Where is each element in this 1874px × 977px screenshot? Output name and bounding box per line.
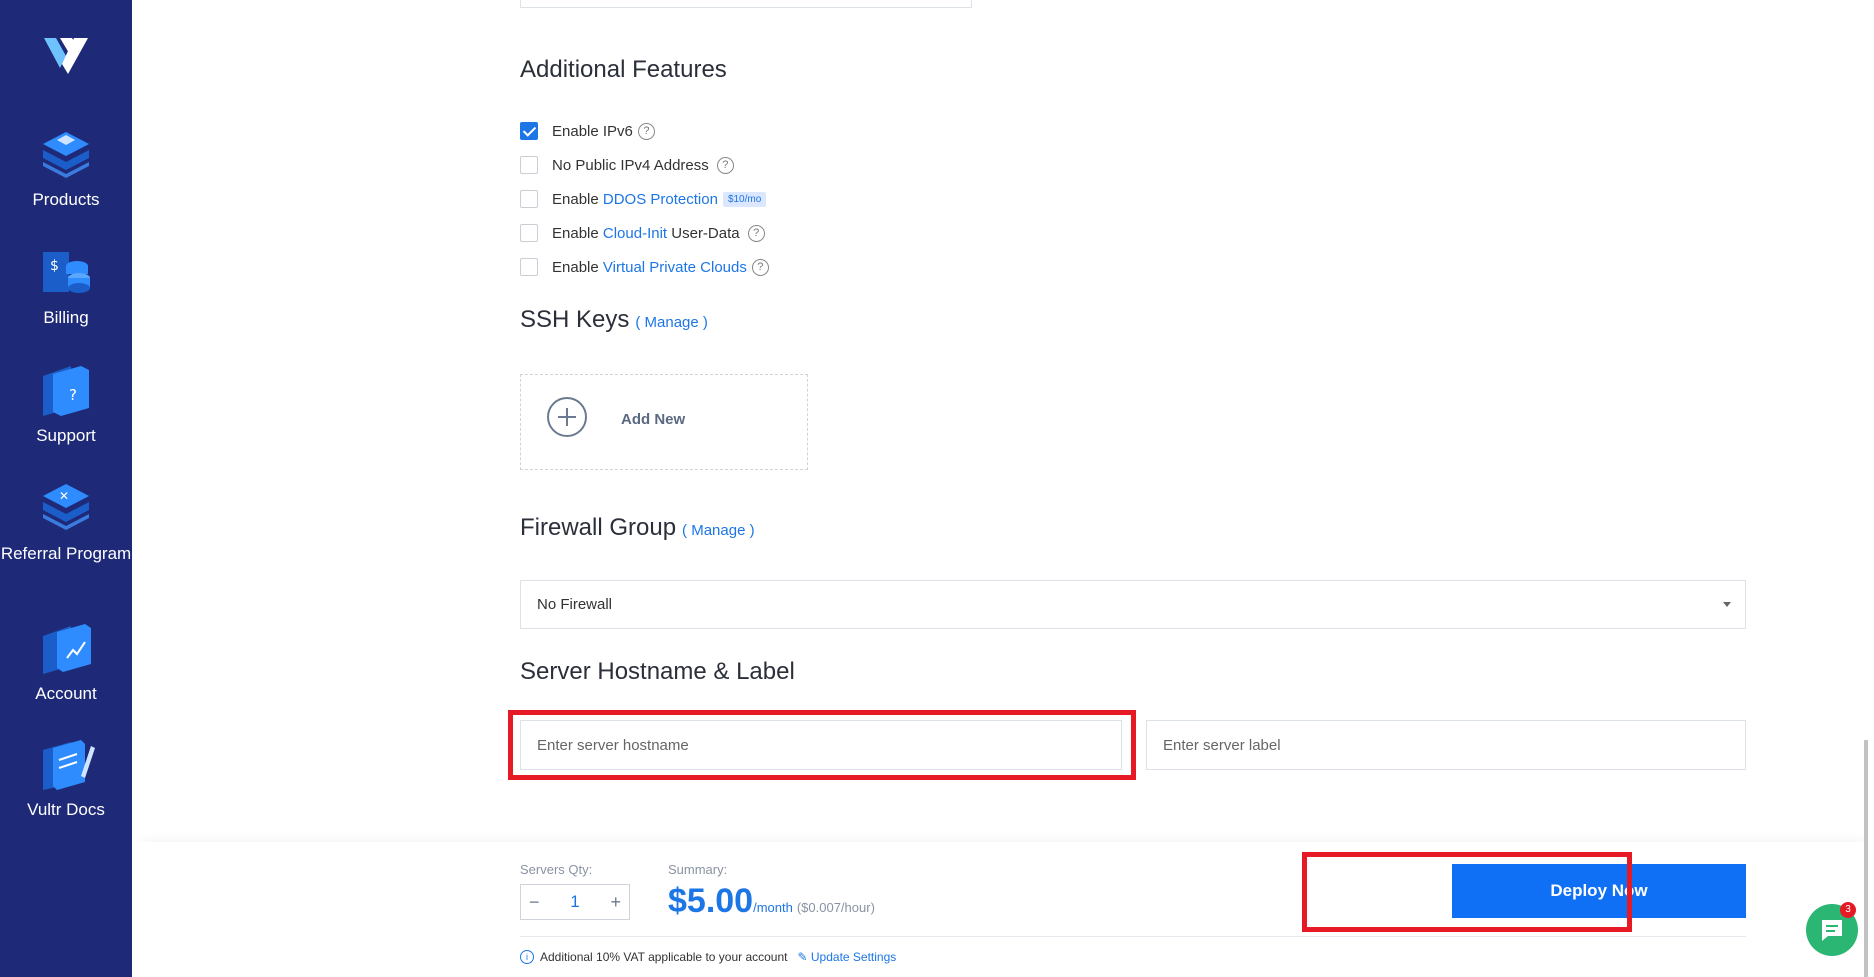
- ssh-manage-link[interactable]: ( Manage ): [635, 314, 708, 331]
- firewall-group-title: Firewall Group ( Manage ): [520, 514, 755, 542]
- feature-prefix: Enable: [552, 190, 599, 208]
- main-content: Additional Features Enable IPv6 ? No Pub…: [132, 0, 1874, 977]
- firewall-manage-link[interactable]: ( Manage ): [682, 522, 755, 539]
- feature-prefix: Enable: [552, 258, 599, 276]
- price-period: /month: [753, 900, 793, 915]
- sidebar-item-label: Referral Program: [0, 544, 132, 563]
- update-settings-label: Update Settings: [810, 950, 897, 964]
- sidebar-item-label: Account: [35, 684, 97, 703]
- vpc-link[interactable]: Virtual Private Clouds: [603, 259, 747, 276]
- feature-cloud-init: Enable Cloud-Init User-Data ?: [520, 222, 765, 244]
- feature-ddos: Enable DDOS Protection $10/mo: [520, 188, 767, 210]
- sidebar-item-label: Products: [32, 190, 100, 209]
- add-icon: [547, 397, 587, 437]
- increase-button[interactable]: +: [610, 892, 621, 913]
- sidebar-item-billing[interactable]: $ Billing: [0, 244, 132, 330]
- feature-vpc: Enable Virtual Private Clouds ?: [520, 256, 769, 278]
- update-settings-link[interactable]: ✎ Update Settings: [798, 950, 897, 964]
- ddos-checkbox[interactable]: [520, 190, 538, 208]
- info-icon: i: [520, 950, 534, 964]
- sidebar-item-label: Support: [36, 426, 96, 445]
- summary-label: Summary:: [668, 862, 728, 877]
- add-new-label: Add New: [621, 411, 686, 428]
- account-icon: [43, 624, 91, 674]
- svg-text:?: ?: [69, 386, 77, 404]
- divider: [520, 936, 1746, 937]
- deploy-now-button[interactable]: Deploy Now: [1452, 864, 1746, 918]
- sidebar-item-docs[interactable]: Vultr Docs: [0, 736, 132, 822]
- notification-badge: 3: [1840, 902, 1856, 918]
- hostname-title: Server Hostname & Label: [520, 658, 795, 685]
- products-icon: [43, 132, 89, 178]
- feature-label: No Public IPv4 Address: [552, 156, 709, 174]
- servers-qty-label: Servers Qty:: [520, 862, 593, 877]
- feature-no-ipv4: No Public IPv4 Address ?: [520, 154, 734, 176]
- firewall-selected-value: No Firewall: [537, 596, 613, 613]
- help-icon[interactable]: ?: [751, 258, 769, 276]
- additional-features-title: Additional Features: [520, 56, 727, 83]
- sidebar-item-referral[interactable]: ✕ Referral Program: [0, 480, 132, 566]
- cloud-init-link[interactable]: Cloud-Init: [603, 225, 667, 242]
- sidebar-item-support[interactable]: ? Support: [0, 362, 132, 448]
- decrease-button[interactable]: −: [529, 892, 540, 913]
- vat-notice: i Additional 10% VAT applicable to your …: [520, 950, 896, 964]
- billing-icon: $: [43, 252, 90, 293]
- sidebar: Products $ Billing ? Support ✕ Referral …: [0, 0, 132, 977]
- price-hourly: ($0.007/hour): [796, 900, 875, 915]
- ddos-protection-link[interactable]: DDOS Protection: [603, 191, 718, 208]
- quantity-value[interactable]: 1: [570, 892, 579, 912]
- price-value: $5.00: [668, 882, 754, 920]
- sidebar-item-label: Vultr Docs: [27, 800, 105, 819]
- chevron-down-icon: [1723, 602, 1731, 607]
- previous-field[interactable]: [520, 0, 972, 8]
- price-summary: $5.00/month ($0.007/hour): [668, 882, 875, 921]
- no-ipv4-checkbox[interactable]: [520, 156, 538, 174]
- quantity-stepper: − 1 +: [520, 884, 630, 920]
- ipv6-checkbox[interactable]: [520, 122, 538, 140]
- firewall-label: Firewall Group: [520, 514, 677, 541]
- feature-prefix: Enable: [552, 224, 599, 242]
- deploy-footer: Servers Qty: − 1 + Summary: $5.00/month(…: [132, 842, 1874, 977]
- docs-icon: [43, 740, 95, 790]
- vat-text: Additional 10% VAT applicable to your ac…: [540, 950, 788, 964]
- vpc-checkbox[interactable]: [520, 258, 538, 276]
- sidebar-item-account[interactable]: Account: [0, 620, 132, 706]
- price-badge: $10/mo: [722, 191, 767, 207]
- ssh-keys-title: SSH Keys ( Manage ): [520, 306, 708, 334]
- feature-ipv6: Enable IPv6 ?: [520, 120, 655, 142]
- hostname-input[interactable]: [520, 720, 1122, 770]
- add-ssh-key-button[interactable]: Add New: [520, 374, 808, 470]
- scrollbar[interactable]: [1864, 740, 1868, 977]
- svg-text:$: $: [50, 258, 59, 274]
- firewall-select[interactable]: No Firewall: [520, 580, 1746, 629]
- label-input[interactable]: [1146, 720, 1746, 770]
- support-icon: ?: [43, 366, 89, 416]
- svg-text:✕: ✕: [59, 489, 69, 503]
- help-icon[interactable]: ?: [637, 122, 655, 140]
- sidebar-item-products[interactable]: Products: [0, 126, 132, 212]
- feature-suffix: User-Data: [671, 224, 740, 242]
- feature-label: Enable IPv6: [552, 122, 633, 140]
- cloud-init-checkbox[interactable]: [520, 224, 538, 242]
- ssh-keys-label: SSH Keys: [520, 306, 630, 333]
- vultr-logo[interactable]: [40, 34, 92, 78]
- referral-icon: ✕: [43, 484, 89, 530]
- help-icon[interactable]: ?: [716, 156, 734, 174]
- help-icon[interactable]: ?: [747, 224, 765, 242]
- sidebar-item-label: Billing: [43, 308, 89, 327]
